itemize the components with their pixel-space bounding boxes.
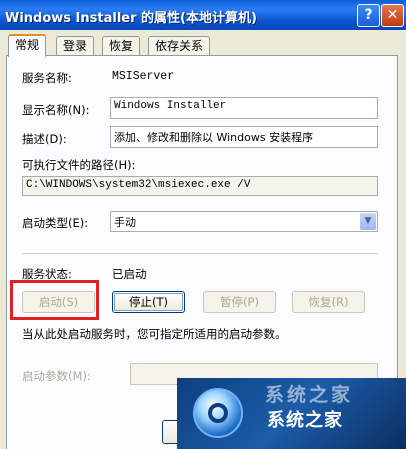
- watermark-text: 系统之家: [267, 410, 343, 431]
- startup-type-value: 手动: [114, 216, 136, 229]
- display-name-field[interactable]: Windows Installer: [110, 97, 378, 119]
- tab-strip: 常规 登录 恢复 依存关系: [6, 34, 400, 57]
- watermark-logo: 系统之家 系统之家: [177, 378, 406, 449]
- resume-button[interactable]: 恢复(R): [292, 291, 365, 313]
- service-name-value: MSIServer: [112, 70, 175, 83]
- description-label: 描述(D):: [22, 132, 67, 146]
- highlight-box: [10, 280, 99, 320]
- watermark-ghost-text: 系统之家: [265, 384, 354, 406]
- exe-path-label: 可执行文件的路径(H):: [22, 158, 136, 172]
- tab-dependencies[interactable]: 依存关系: [148, 36, 211, 55]
- startup-type-label: 启动类型(E):: [22, 216, 89, 230]
- divider: [22, 253, 378, 254]
- service-name-label: 服务名称:: [22, 71, 72, 85]
- startup-type-select[interactable]: 手动 ▼: [110, 211, 378, 232]
- status-value: 已启动: [112, 267, 147, 281]
- start-params-label: 启动参数(M):: [22, 369, 91, 383]
- hint-text: 当从此处启动服务时，您可指定所适用的启动参数。: [22, 327, 287, 341]
- tab-recovery[interactable]: 恢复: [102, 36, 141, 55]
- stop-button[interactable]: 停止(T): [112, 291, 185, 313]
- display-name-label: 显示名称(N):: [22, 103, 90, 117]
- tab-general[interactable]: 常规: [8, 34, 47, 57]
- tab-logon[interactable]: 登录: [56, 36, 95, 55]
- description-field[interactable]: 添加、修改和删除以 Windows 安装程序: [110, 126, 378, 148]
- properties-window: Windows Installer 的属性(本地计算机) ? ✕ 常规 登录 恢…: [0, 0, 406, 449]
- pause-button[interactable]: 暂停(P): [203, 291, 276, 313]
- title-bar[interactable]: Windows Installer 的属性(本地计算机) ? ✕: [0, 0, 406, 30]
- window-title: Windows Installer 的属性(本地计算机): [5, 11, 257, 26]
- exe-path-field[interactable]: C:\WINDOWS\system32\msiexec.exe /V: [22, 176, 378, 196]
- help-button[interactable]: ?: [357, 4, 380, 27]
- close-button[interactable]: ✕: [381, 4, 404, 27]
- logo-ring-icon: [208, 403, 228, 423]
- chevron-down-icon[interactable]: ▼: [360, 213, 376, 230]
